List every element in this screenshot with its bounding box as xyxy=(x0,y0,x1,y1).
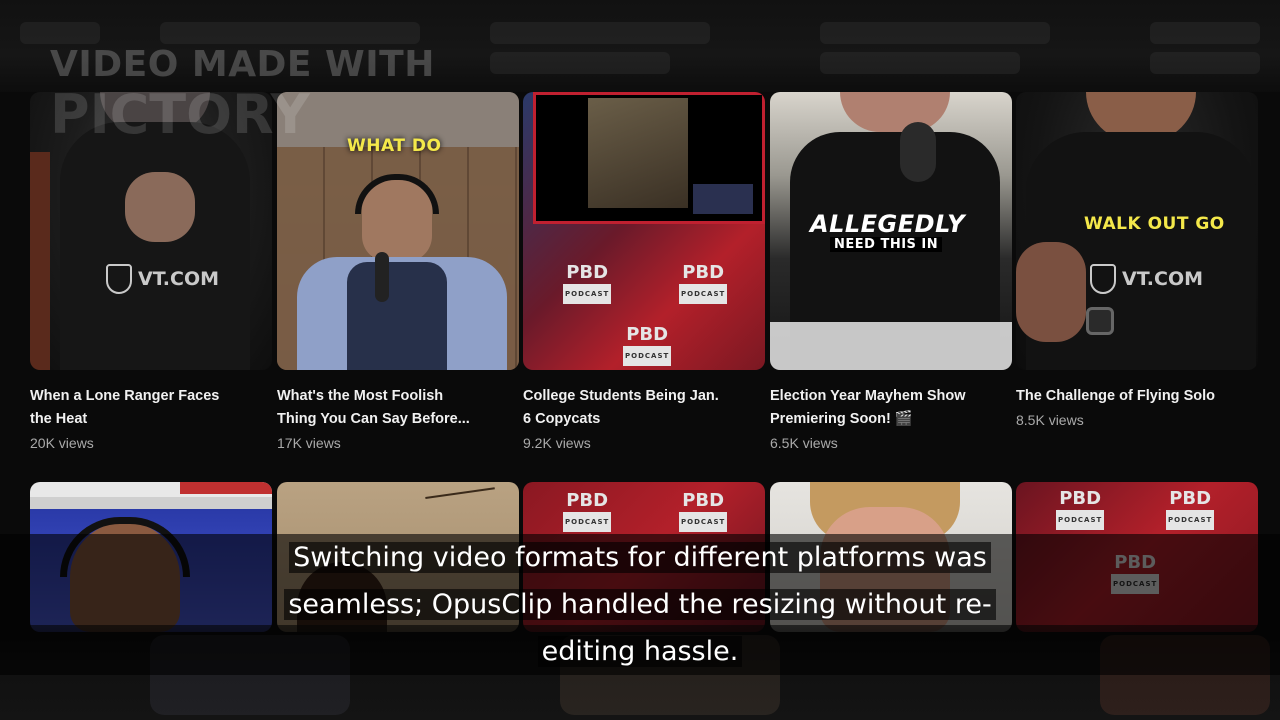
person-hand xyxy=(1016,242,1086,342)
pbd-logo-sub: PODCAST xyxy=(679,284,728,304)
thumbnail-caption: WHAT DO xyxy=(347,136,442,156)
video-views: 17K views xyxy=(277,435,341,451)
video-title[interactable]: College Students Being Jan. 6 Copycats xyxy=(523,385,753,431)
video-title-line: The Challenge of Flying Solo xyxy=(1016,388,1215,404)
video-title-line: Election Year Mayhem Show xyxy=(770,388,966,404)
vt-logo: VT.COM xyxy=(106,264,219,294)
pbd-logo-text: PBD xyxy=(682,262,725,283)
pbd-logo: PBDPODCAST xyxy=(623,324,672,366)
blurred-header-item xyxy=(490,22,710,44)
microphone xyxy=(900,122,936,182)
pbd-logo-text: PBD xyxy=(1169,488,1212,509)
pbd-logo: PBDPODCAST xyxy=(563,262,612,304)
lion-shield-icon xyxy=(106,264,132,294)
blurred-header-item xyxy=(160,22,420,44)
lion-shield-icon xyxy=(1090,264,1116,294)
thumbnail-caption: NEED THIS IN xyxy=(830,237,943,252)
vt-logo: VT.COM xyxy=(1090,264,1203,294)
blurred-header-item xyxy=(1150,52,1260,74)
pbd-logo-sub: PODCAST xyxy=(679,512,728,532)
pbd-logo: PBDPODCAST xyxy=(1166,488,1215,530)
person-face xyxy=(840,92,950,132)
red-banner xyxy=(180,482,272,494)
video-thumbnail[interactable]: ALLEGEDLY NEED THIS IN xyxy=(770,92,1012,370)
pbd-logo: PBDPODCAST xyxy=(1056,488,1105,530)
video-title-line: Thing You Can Say Before... xyxy=(277,411,470,427)
pbd-logo-text: PBD xyxy=(566,490,609,511)
subtitle-line: editing hassle. xyxy=(537,636,743,667)
pbd-logo-text: PBD xyxy=(682,490,725,511)
pbd-logo: PBDPODCAST xyxy=(679,262,728,304)
blurred-header-item xyxy=(1150,22,1260,44)
video-subtitle: Switching video formats for different pl… xyxy=(0,534,1280,675)
person-hands xyxy=(125,172,195,242)
subtitle-line: seamless; OpusClip handled the resizing … xyxy=(284,589,996,620)
video-title-line: What's the Most Foolish xyxy=(277,388,444,404)
pbd-logo: PBDPODCAST xyxy=(679,490,728,532)
blurred-header-item xyxy=(820,22,1050,44)
video-title-line: College Students Being Jan. xyxy=(523,388,719,404)
video-views: 20K views xyxy=(30,435,94,451)
inset-room xyxy=(588,98,688,208)
pbd-logo-sub: PODCAST xyxy=(1056,510,1105,530)
video-thumbnail[interactable]: WHAT DO xyxy=(277,92,519,370)
top-blurred-header xyxy=(0,0,1280,92)
watch xyxy=(1086,307,1114,335)
blurred-header-item xyxy=(20,22,100,44)
video-title-line: the Heat xyxy=(30,411,88,427)
person-body xyxy=(60,122,250,370)
pbd-logo-sub: PODCAST xyxy=(563,284,612,304)
video-title[interactable]: The Challenge of Flying Solo xyxy=(1016,385,1246,408)
pbd-logo-text: PBD xyxy=(1059,488,1102,509)
video-title-line: 6 Copycats xyxy=(523,411,601,427)
video-title-line: When a Lone Ranger Faces xyxy=(30,388,220,404)
shirt-print: ALLEGEDLY xyxy=(810,210,966,238)
signature-scribble xyxy=(425,487,499,527)
blurred-header-item xyxy=(820,52,1020,74)
video-thumbnail[interactable]: PBDPODCAST PBDPODCAST PBDPODCAST xyxy=(523,92,765,370)
pbd-logo-sub: PODCAST xyxy=(563,512,612,532)
video-title[interactable]: When a Lone Ranger Faces the Heat xyxy=(30,385,260,431)
thumbnail-caption: WALK OUT GO xyxy=(1084,214,1225,234)
video-views: 9.2K views xyxy=(523,435,591,451)
vt-logo-text: VT.COM xyxy=(1122,268,1204,290)
pbd-logo-sub: PODCAST xyxy=(1166,510,1215,530)
subtitle-line: Switching video formats for different pl… xyxy=(289,542,991,573)
vt-logo-text: VT.COM xyxy=(138,268,220,290)
pbd-logo: PBDPODCAST xyxy=(563,490,612,532)
inset-small-video xyxy=(693,184,753,214)
video-thumbnail[interactable]: WALK OUT GO VT.COM xyxy=(1016,92,1258,370)
pbd-logo-text: PBD xyxy=(566,262,609,283)
video-thumbnail[interactable]: VT.COM xyxy=(30,92,272,370)
microphone xyxy=(375,252,389,302)
video-views: 6.5K views xyxy=(770,435,838,451)
video-views: 8.5K views xyxy=(1016,412,1084,428)
chair-edge xyxy=(30,152,50,370)
video-title[interactable]: Election Year Mayhem Show Premiering Soo… xyxy=(770,385,1000,431)
pbd-logo-text: PBD xyxy=(626,324,669,345)
pbd-logo-sub: PODCAST xyxy=(623,346,672,366)
video-title-line: Premiering Soon! 🎬 xyxy=(770,411,913,427)
desk xyxy=(770,322,1012,370)
blurred-header-item xyxy=(490,52,670,74)
person-vest xyxy=(347,262,447,370)
video-title[interactable]: What's the Most Foolish Thing You Can Sa… xyxy=(277,385,507,431)
